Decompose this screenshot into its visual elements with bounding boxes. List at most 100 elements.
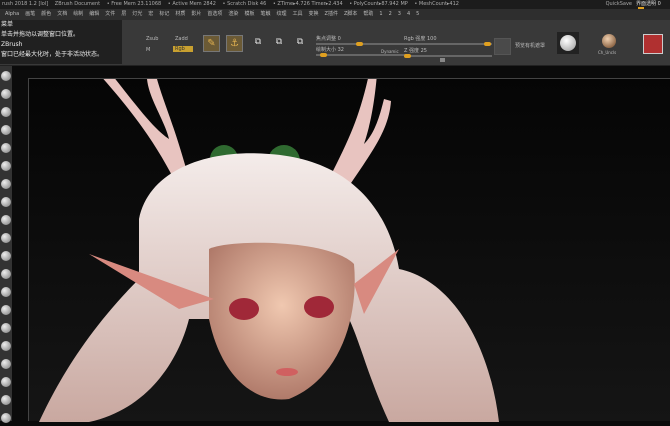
menu-item[interactable]: Z脚本	[341, 9, 360, 20]
meshcount: • MeshCount▸412	[414, 1, 459, 7]
active-mem: • Active Mem 2842	[167, 1, 216, 7]
menu-item[interactable]: 3	[395, 9, 404, 20]
tooltip: 菜单 单击并拖动以调整窗口位置。 ZBrush 窗口已经最大化时，处于非活动状态…	[0, 20, 122, 64]
z-intensity-slider[interactable]	[404, 54, 492, 58]
menu-item[interactable]: Alpha	[2, 9, 22, 20]
free-mem: • Free Mem 23.11068	[106, 1, 162, 7]
model-render	[39, 71, 499, 422]
menu-item[interactable]: 2	[386, 9, 395, 20]
gizmo-icon: ⧉	[296, 37, 304, 47]
menu-item[interactable]: 5	[413, 9, 422, 20]
m-label[interactable]: M	[146, 47, 150, 53]
gizmo-button[interactable]: ⧉	[293, 37, 307, 51]
scratch-disk: • Scratch Disk 46	[222, 1, 267, 7]
brush-icon[interactable]	[1, 323, 11, 333]
quicksave-button[interactable]: QuickSave	[606, 0, 632, 9]
transparency-slider[interactable]: 界面透明 0	[636, 0, 668, 9]
menu-item[interactable]: 1	[376, 9, 385, 20]
brush-icon[interactable]	[1, 413, 11, 423]
menu-item[interactable]: 宏	[145, 9, 156, 20]
menu-item[interactable]: 渲染	[225, 9, 241, 20]
left-brush-shelf	[0, 66, 12, 423]
dynamic-button[interactable]: Dynamic	[381, 49, 399, 54]
menu-item[interactable]: 4	[404, 9, 413, 20]
menu-item[interactable]: 颜色	[38, 9, 54, 20]
brush-icon[interactable]	[1, 233, 11, 243]
eye-left	[229, 298, 259, 320]
brush-icon[interactable]	[1, 89, 11, 99]
ztime: • ZTime▸4.726 Timer▸2.434	[272, 1, 343, 7]
brush-icon[interactable]	[1, 143, 11, 153]
brush-icon[interactable]	[1, 107, 11, 117]
brush-icon[interactable]	[1, 305, 11, 315]
brush-icon[interactable]	[1, 251, 11, 261]
menu-item[interactable]: 笔触	[257, 9, 273, 20]
menu-item[interactable]: 变换	[306, 9, 322, 20]
z-intensity-label: Z 强度 25	[404, 48, 427, 54]
draw-size-label: 绘制大小 32	[316, 47, 344, 53]
brush-icon[interactable]	[1, 377, 11, 387]
menu-item[interactable]: 材质	[172, 9, 188, 20]
menu-item[interactable]: 工具	[289, 9, 305, 20]
menu-item[interactable]: 纹理	[273, 9, 289, 20]
menu-item[interactable]: 文件	[102, 9, 118, 20]
color-swatch[interactable]	[643, 34, 663, 54]
menu-item[interactable]: 灯光	[129, 9, 145, 20]
brush-icon[interactable]	[1, 359, 11, 369]
menu-item[interactable]: 影片	[188, 9, 204, 20]
rotate-icon: ⧉	[275, 37, 283, 47]
zsub-label[interactable]: Zsub	[146, 36, 158, 42]
face	[209, 242, 355, 400]
menu-item[interactable]: Z插件	[322, 9, 341, 20]
lips	[276, 368, 298, 376]
title-bar: rush 2018 1.2 [lol] ZBrush Document • Fr…	[0, 0, 670, 9]
menu-item[interactable]: 帮助	[360, 9, 376, 20]
shelf-scroll-handle[interactable]	[440, 58, 445, 62]
menu-bar: Alpha 画笔 颜色 文档 绘制 编辑 文件层灯光宏标记 材质 影片 首选项 渲染 模板 笔触 纹理 工具…	[0, 9, 670, 20]
document-name: ZBrush Document	[54, 1, 101, 7]
scale-button[interactable]: ⧉	[251, 37, 265, 51]
viewport-canvas[interactable]	[28, 71, 670, 422]
tooltip-line: ZBrush	[1, 41, 23, 48]
brush-icon[interactable]	[1, 125, 11, 135]
menu-item[interactable]: 画笔	[22, 9, 38, 20]
draw-button[interactable]: ✎	[203, 35, 220, 52]
menu-item[interactable]: 层	[118, 9, 129, 20]
material-label: Ch_Uncls	[598, 50, 617, 55]
brush-icon[interactable]	[1, 161, 11, 171]
tooltip-line: 单击并拖动以调整窗口位置。	[1, 31, 80, 38]
brush-icon[interactable]	[1, 287, 11, 297]
brush-icon[interactable]	[1, 269, 11, 279]
focal-shift-label: 焦点调整 0	[316, 36, 341, 42]
draw-size-slider[interactable]	[316, 53, 406, 57]
zadd-label[interactable]: Zadd	[175, 36, 188, 42]
mask-button[interactable]	[494, 38, 511, 55]
scale-icon: ⧉	[254, 37, 262, 47]
brush-icon[interactable]	[1, 341, 11, 351]
rgb-button[interactable]: Rgb	[173, 46, 193, 52]
brush-icon[interactable]	[1, 395, 11, 405]
app-title: rush 2018 1.2 [lol]	[2, 1, 49, 7]
brush-icon[interactable]	[1, 215, 11, 225]
move-button[interactable]: ⚓	[226, 35, 243, 52]
material-button[interactable]	[557, 32, 579, 54]
brush-icon[interactable]	[1, 197, 11, 207]
rgb-intensity-slider[interactable]	[404, 42, 492, 46]
menu-item[interactable]: 模板	[241, 9, 257, 20]
menu-item[interactable]: 文档	[54, 9, 70, 20]
brush-icon[interactable]	[1, 179, 11, 189]
rotate-button[interactable]: ⧉	[272, 37, 286, 51]
menu-item[interactable]: 标记	[156, 9, 172, 20]
menu-item[interactable]: 编辑	[86, 9, 102, 20]
menu-item[interactable]: 绘制	[70, 9, 86, 20]
draw-icon: ✎	[207, 38, 216, 49]
tooltip-line: 窗口已经最大化时，处于非活动状态。	[1, 51, 104, 58]
eye-right	[304, 296, 334, 318]
material-sphere-icon	[560, 35, 576, 51]
brush-icon[interactable]	[1, 71, 11, 81]
texture-sphere-icon[interactable]	[602, 34, 616, 48]
move-icon: ⚓	[230, 38, 239, 49]
rgb-intensity-label: Rgb 强度 100	[404, 36, 437, 42]
polycount: • PolyCount▸87.942 MP	[349, 1, 408, 7]
menu-item[interactable]: 首选项	[204, 9, 225, 20]
